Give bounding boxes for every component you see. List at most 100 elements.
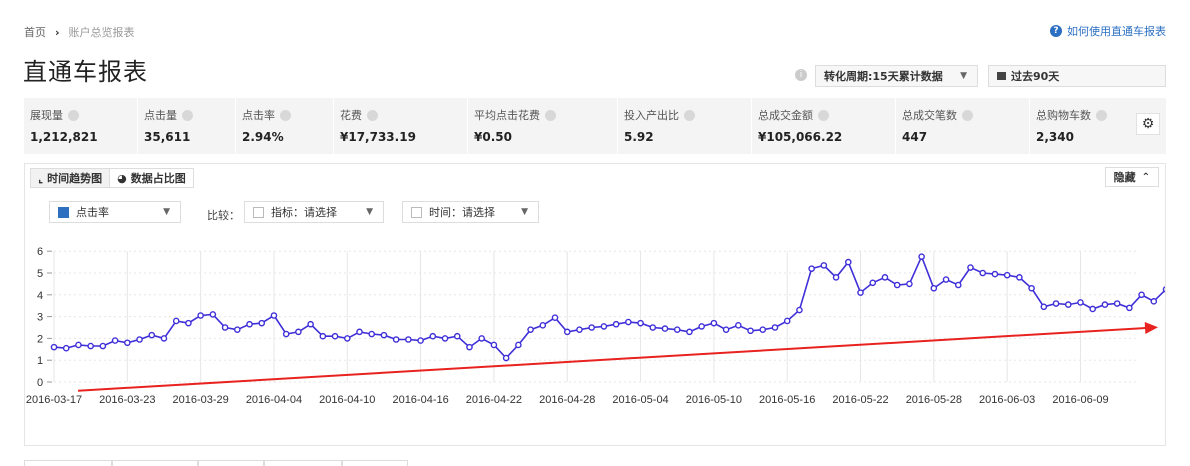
data-point [771,324,779,331]
data-point [50,343,58,351]
y-tick-label: 0 [37,377,43,389]
x-tick-label: 2016-04-16 [392,394,448,406]
data-point [612,320,620,328]
metric-label: 总成交笔数 [902,109,957,122]
data-point [197,312,204,319]
x-tick-label: 2016-05-16 [759,394,815,406]
data-point [845,258,852,266]
data-point [331,332,339,340]
metric-cost[interactable]: 花费 ¥17,733.19 [334,98,468,154]
bottom-tab[interactable] [112,460,198,466]
data-point [698,323,705,330]
data-point [62,344,70,352]
metric-avg-cpc[interactable]: 平均点击花费 ¥0.50 [468,98,618,154]
data-point [441,335,449,342]
data-point [478,335,486,342]
data-point [710,319,718,327]
y-tick-label: 1 [37,355,43,367]
data-point [857,289,864,296]
data-point [356,328,363,336]
data-point [1089,305,1096,313]
metric-total-carts[interactable]: 总购物车数 2,340 ⚙ [1030,98,1166,154]
data-point [625,318,632,326]
bottom-tab[interactable] [24,460,112,466]
data-point [967,264,974,271]
question-icon: ? [1050,25,1062,37]
page-title: 直通车报表 [23,58,148,86]
help-icon[interactable] [684,109,695,121]
data-point [111,337,119,344]
metric-value: 1,212,821 [30,130,98,144]
bottom-tab[interactable] [198,460,264,466]
bottom-tabs [24,460,408,466]
data-point [808,265,815,272]
data-point [405,336,412,343]
help-icon[interactable] [962,109,973,121]
trend-arrow-line [77,326,1155,392]
help-link[interactable]: ? 如何使用直通车报表 [1050,23,1166,39]
metric-roi[interactable]: 投入产出比 5.92 [618,98,752,154]
date-range-button[interactable]: 过去90天 [988,65,1166,87]
data-point [319,332,327,340]
data-point [735,322,742,329]
bottom-tab[interactable] [264,460,342,466]
x-tick-label: 2016-06-09 [1052,394,1108,406]
bottom-tab[interactable] [342,460,408,466]
metric-value: 35,611 [144,130,191,144]
data-point [551,314,559,321]
data-point [221,324,229,331]
metric-impressions[interactable]: 展现量 1,212,821 [24,98,138,154]
data-point [869,279,877,287]
data-point [991,270,999,278]
breadcrumb-home[interactable]: 首页 [24,24,46,40]
data-point [502,354,510,362]
metric-value: 5.92 [624,130,654,144]
data-point [466,343,473,351]
metric-clicks[interactable]: 点击量 35,611 [138,98,236,154]
metrics-bar: 展现量 1,212,821 点击量 35,611 点击率 2.94% 花费 ¥1… [24,98,1166,154]
data-point [1138,291,1145,299]
help-icon[interactable] [1096,109,1107,121]
x-tick-label: 2016-04-28 [539,394,595,406]
data-point [783,317,791,325]
data-point [747,327,754,335]
help-icon[interactable] [182,109,193,121]
metric-label: 花费 [340,109,362,122]
metric-ctr[interactable]: 点击率 2.94% [236,98,334,154]
info-icon[interactable]: i [795,69,807,81]
data-point [282,330,290,338]
gear-icon[interactable]: ⚙ [1136,113,1160,135]
help-icon[interactable] [68,109,79,121]
help-icon[interactable] [280,109,291,121]
series-line [53,254,1165,360]
metric-total-sales[interactable]: 总成交金额 ¥105,066.22 [752,98,896,154]
data-point [307,320,314,328]
help-icon[interactable] [367,109,378,121]
data-point [87,342,94,350]
x-tick-label: 2016-05-10 [686,394,742,406]
data-point [1150,298,1158,305]
data-point [906,280,913,288]
metric-label: 投入产出比 [624,109,679,122]
data-point [172,317,180,325]
x-tick-label: 2016-03-17 [26,394,82,406]
data-point [881,274,889,281]
help-icon[interactable] [545,109,556,121]
metric-value: 447 [902,130,928,144]
metric-value: 2.94% [242,130,284,144]
data-point [417,337,424,344]
conversion-period-select[interactable]: 转化周期:15天累计数据 ▼ [815,65,978,87]
data-point [246,320,253,328]
metric-label: 展现量 [30,109,63,122]
x-tick-label: 2016-05-22 [832,394,888,406]
data-point [209,311,217,318]
metric-total-orders[interactable]: 总成交笔数 447 [896,98,1030,154]
metric-label: 平均点击花费 [474,109,540,122]
data-point [1003,271,1011,279]
data-point [270,312,278,319]
metric-label: 总成交金额 [758,109,813,122]
help-icon[interactable] [818,109,829,121]
data-point [722,326,730,333]
data-point [1077,299,1084,306]
data-point [686,328,693,336]
